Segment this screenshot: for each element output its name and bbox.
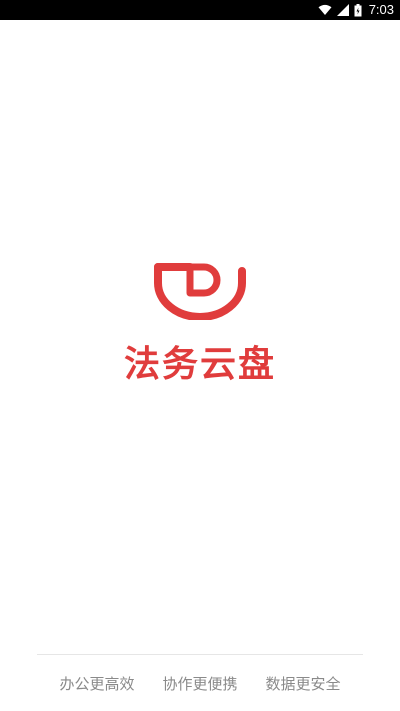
- footer-slogans: 办公更高效 协作更便携 数据更安全: [0, 673, 400, 695]
- slogan-security: 数据更安全: [265, 675, 341, 693]
- slogan-efficient: 办公更高效: [59, 675, 135, 693]
- fawu-yunpan-logo-icon: [150, 258, 250, 321]
- cellular-signal-icon: [336, 4, 349, 16]
- app-name: 法务云盘: [123, 344, 276, 385]
- battery-icon: [354, 3, 362, 17]
- status-time: 7:03: [368, 2, 394, 17]
- status-icons: 7:03: [318, 0, 394, 20]
- status-bar: 7:03: [0, 0, 400, 20]
- footer-divider: [37, 654, 363, 655]
- slogan-collaboration: 协作更便携: [162, 675, 238, 693]
- wifi-icon: [318, 4, 332, 16]
- splash-screen: 7:03 法务云盘 办公更高效 协作更便携 数据更安全: [0, 0, 400, 711]
